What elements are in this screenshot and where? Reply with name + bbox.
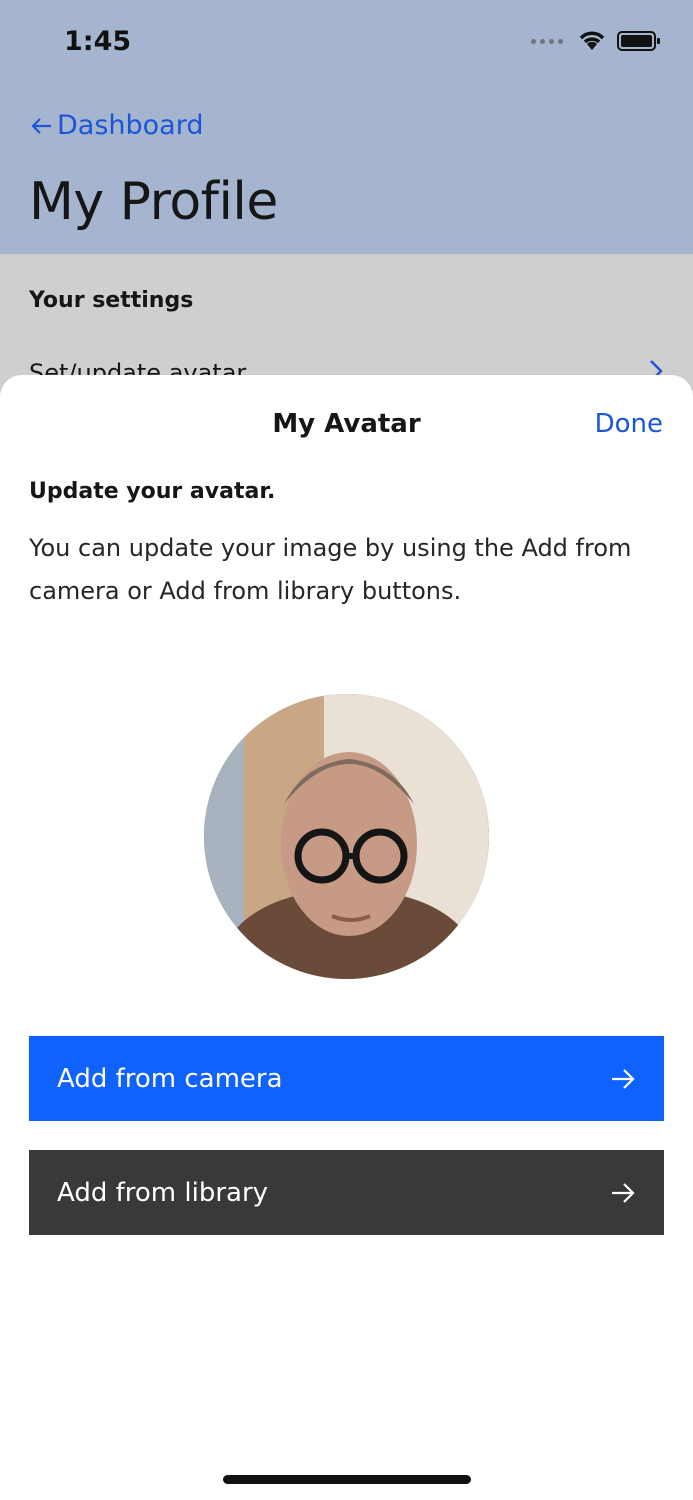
update-heading: Update your avatar. — [29, 479, 276, 504]
wifi-icon — [579, 31, 605, 50]
settings-heading: Your settings — [29, 288, 194, 313]
update-description: You can update your image by using the A… — [29, 534, 632, 605]
back-link-label: Dashboard — [57, 110, 204, 141]
status-icons — [531, 30, 661, 52]
page-title: My Profile — [29, 172, 278, 232]
add-from-camera-button[interactable]: Add from camera — [29, 1036, 664, 1121]
back-to-dashboard-link[interactable]: Dashboard — [29, 110, 203, 141]
settings-section: Your settings Set/update avatar — [0, 254, 693, 394]
add-from-library-button[interactable]: Add from library — [29, 1150, 664, 1235]
battery-icon — [617, 31, 660, 51]
avatar-image — [204, 694, 489, 979]
sheet-title: My Avatar — [272, 409, 421, 439]
avatar-sheet: My Avatar Done Update your avatar. You c… — [0, 375, 693, 1500]
add-from-camera-label: Add from camera — [57, 1063, 283, 1094]
status-time: 1:45 — [64, 26, 132, 57]
add-from-library-label: Add from library — [57, 1177, 269, 1208]
home-indicator[interactable] — [223, 1475, 471, 1484]
cellular-signal-icon — [531, 38, 563, 44]
avatar-portrait — [204, 694, 489, 979]
profile-header: 1:45 Dashboard My Profile — [0, 0, 693, 254]
arrow-right-icon — [612, 1182, 635, 1203]
arrow-left-icon — [31, 117, 51, 134]
arrow-right-icon — [612, 1068, 635, 1089]
done-button[interactable]: Done — [595, 409, 663, 439]
